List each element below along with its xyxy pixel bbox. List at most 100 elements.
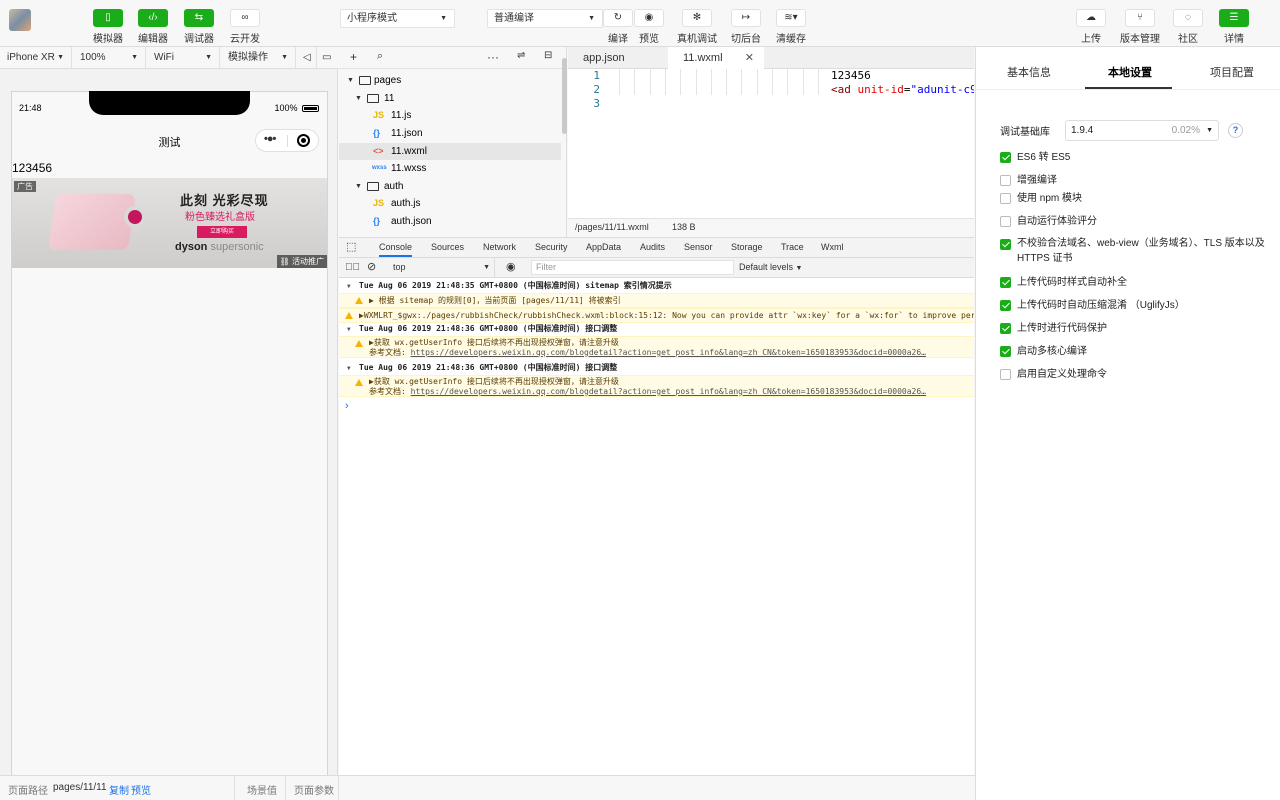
close-miniprogram-icon[interactable] bbox=[297, 134, 310, 147]
ad-promo-tag[interactable]: ⛓ 活动推广 bbox=[276, 255, 327, 268]
community-button[interactable]: ◌ 社区 bbox=[1165, 9, 1211, 45]
clear-console-icon[interactable]: ⊘ bbox=[367, 258, 376, 277]
code-protect-checkbox[interactable] bbox=[1000, 323, 1011, 334]
console-warning-row[interactable]: ▶WXMLRT_$gwx:./pages/rubbishCheck/rubbis… bbox=[339, 308, 974, 323]
tab-appdata[interactable]: AppData bbox=[586, 238, 621, 257]
mode-select[interactable]: 小程序模式 ▼ bbox=[340, 9, 455, 28]
tree-file-11-wxss[interactable]: wxss 11.wxss bbox=[339, 160, 561, 177]
device-select[interactable]: iPhone XR ▼ bbox=[0, 47, 72, 68]
simulator-toggle-button[interactable]: ▯ 模拟器 bbox=[85, 9, 131, 45]
preview-button[interactable]: ◉ 预览 bbox=[626, 9, 672, 45]
console-warning-row[interactable]: ▶获取 wx.getUserInfo 接口后续将不再出现授权弹窗，请注意升级 参… bbox=[339, 375, 974, 397]
multicore-compile-checkbox[interactable] bbox=[1000, 346, 1011, 357]
user-avatar[interactable] bbox=[9, 9, 31, 31]
chevron-down-icon: ▼ bbox=[483, 264, 490, 271]
custom-command-checkbox[interactable] bbox=[1000, 369, 1011, 380]
tree-file-11-wxml[interactable]: <> 11.wxml bbox=[339, 143, 561, 160]
popout-icon[interactable]: ▭ bbox=[317, 47, 338, 68]
collapse-panel-icon[interactable]: ⊟ bbox=[544, 50, 552, 61]
tree-folder-auth[interactable]: ▼ auth bbox=[339, 178, 561, 195]
tab-app-json[interactable]: app.json bbox=[568, 47, 660, 69]
context-select[interactable]: top ▼ bbox=[387, 258, 495, 277]
log-levels-select[interactable]: Default levels ▼ bbox=[739, 258, 802, 277]
operation-select[interactable]: 模拟操作 ▼ bbox=[221, 47, 296, 68]
minify-checkbox[interactable] bbox=[1000, 300, 1011, 311]
auto-score-checkbox[interactable] bbox=[1000, 216, 1011, 227]
tab-trace[interactable]: Trace bbox=[781, 238, 804, 257]
eye-icon[interactable]: ◉ bbox=[506, 258, 516, 277]
tree-file-11-json[interactable]: {} 11.json bbox=[339, 125, 561, 142]
console-group-header[interactable]: ▼ Tue Aug 06 2019 21:48:36 GMT+0800 (中国标… bbox=[339, 323, 974, 336]
console-output[interactable]: ▼ Tue Aug 06 2019 21:48:35 GMT+0800 (中国标… bbox=[339, 278, 974, 775]
base-lib-select[interactable]: 1.9.4 0.02% ▼ bbox=[1065, 120, 1219, 141]
tab-11-wxml[interactable]: 11.wxml ✕ bbox=[668, 47, 764, 70]
console-warning-row[interactable]: ▶获取 wx.getUserInfo 接口后续将不再出现授权弹窗，请注意升级 参… bbox=[339, 336, 974, 358]
log-text: Tue Aug 06 2019 21:48:36 GMT+0800 (中国标准时… bbox=[359, 363, 618, 372]
doc-link[interactable]: https://developers.weixin.qq.com/blogdet… bbox=[411, 387, 926, 396]
copy-path-link[interactable]: 复制 bbox=[109, 782, 129, 797]
more-icon[interactable]: ··· bbox=[487, 50, 499, 64]
clear-cache-button[interactable]: ≋▾ 清缓存 bbox=[768, 9, 814, 45]
tab-local-settings[interactable]: 本地设置 bbox=[1108, 64, 1152, 80]
npm-checkbox[interactable] bbox=[1000, 193, 1011, 204]
network-select[interactable]: WiFi ▼ bbox=[147, 47, 220, 68]
background-button[interactable]: ↦ 切后台 bbox=[723, 9, 769, 45]
file-tree-scrollbar[interactable] bbox=[562, 58, 567, 134]
scene-value-button[interactable]: 场景值 bbox=[247, 782, 277, 797]
cloud-dev-button[interactable]: ∞ 云开发 bbox=[222, 9, 268, 45]
version-button[interactable]: ⑂ 版本管理 bbox=[1117, 9, 1163, 45]
page-params-button[interactable]: 页面参数 bbox=[294, 782, 334, 797]
console-prompt[interactable]: › bbox=[345, 400, 349, 412]
upload-button[interactable]: ☁ 上传 bbox=[1068, 9, 1114, 45]
phone-screen[interactable]: 21:48 100% 测试 •●• 123456 广告 此刻 光彩尽现 粉色臻选… bbox=[11, 91, 328, 775]
mute-icon[interactable]: ◁ bbox=[297, 47, 317, 68]
es6-checkbox[interactable] bbox=[1000, 152, 1011, 163]
console-warning-row[interactable]: ▶ 根据 sitemap 的规则[0]，当前页面 [pages/11/11] 将… bbox=[339, 293, 974, 308]
doc-link[interactable]: https://developers.weixin.qq.com/blogdet… bbox=[411, 348, 926, 357]
tab-sources[interactable]: Sources bbox=[431, 238, 464, 257]
enhanced-compile-checkbox[interactable] bbox=[1000, 175, 1011, 186]
console-group-header[interactable]: ▼ Tue Aug 06 2019 21:48:36 GMT+0800 (中国标… bbox=[339, 362, 974, 375]
tab-console[interactable]: Console bbox=[379, 238, 413, 257]
skip-domain-check-checkbox[interactable] bbox=[1000, 239, 1011, 250]
close-icon[interactable]: ✕ bbox=[745, 47, 754, 69]
tab-sensor[interactable]: Sensor bbox=[684, 238, 713, 257]
base-lib-value: 1.9.4 bbox=[1071, 125, 1094, 136]
zoom-select[interactable]: 100% ▼ bbox=[73, 47, 146, 68]
code-editor[interactable]: 1 2 3 123456 <ad unit-id="adunit-c9 bbox=[568, 69, 974, 218]
help-icon[interactable]: ? bbox=[1228, 123, 1243, 138]
tab-audits[interactable]: Audits bbox=[640, 238, 665, 257]
compile-select[interactable]: 普通编译 ▼ bbox=[487, 9, 603, 28]
ad-headline: 此刻 光彩尽现 bbox=[180, 193, 269, 208]
console-filter-input[interactable]: Filter bbox=[531, 260, 734, 275]
style-autocomplete-checkbox[interactable] bbox=[1000, 277, 1011, 288]
ad-cta-button[interactable]: 立即购买 bbox=[197, 226, 247, 238]
tab-security[interactable]: Security bbox=[535, 238, 568, 257]
tree-file-auth-js[interactable]: JS auth.js bbox=[339, 195, 561, 212]
editor-toggle-button[interactable]: ‹/› 编辑器 bbox=[130, 9, 176, 45]
more-icon[interactable]: •●• bbox=[264, 133, 276, 145]
tab-project-config[interactable]: 项目配置 bbox=[1210, 64, 1254, 80]
tab-network[interactable]: Network bbox=[483, 238, 516, 257]
console-group-header[interactable]: ▼ Tue Aug 06 2019 21:48:35 GMT+0800 (中国标… bbox=[339, 280, 974, 293]
tab-storage[interactable]: Storage bbox=[731, 238, 763, 257]
tree-folder-pages[interactable]: ▼ pages bbox=[339, 72, 561, 89]
tree-file-11-js[interactable]: JS 11.js bbox=[339, 107, 561, 124]
tree-folder-11[interactable]: ▼ 11 bbox=[339, 90, 561, 107]
ad-banner[interactable]: 广告 此刻 光彩尽现 粉色臻选礼盒版 立即购买 dyson supersonic… bbox=[12, 178, 327, 268]
sidebar-toggle-icon[interactable]: ▶⃞ bbox=[345, 258, 360, 277]
page-path-label: 页面路径 bbox=[8, 786, 48, 797]
tab-basic-info[interactable]: 基本信息 bbox=[1007, 64, 1051, 80]
sort-icon[interactable]: ⇌ bbox=[517, 50, 525, 61]
preview-path-link[interactable]: 预览 bbox=[131, 782, 151, 797]
log-text: Tue Aug 06 2019 21:48:35 GMT+0800 (中国标准时… bbox=[359, 281, 672, 290]
tree-file-auth-json[interactable]: {} auth.json bbox=[339, 213, 561, 230]
debugger-toggle-button[interactable]: ⇆ 调试器 bbox=[176, 9, 222, 45]
search-icon[interactable]: ⌕ bbox=[377, 50, 383, 63]
add-file-icon[interactable]: + bbox=[350, 50, 357, 64]
details-button[interactable]: ☰ 详情 bbox=[1211, 9, 1257, 45]
capsule-menu[interactable]: •●• bbox=[255, 129, 319, 152]
tab-wxml[interactable]: Wxml bbox=[821, 238, 844, 257]
inspect-element-icon[interactable]: ⬚ bbox=[346, 238, 356, 257]
remote-debug-button[interactable]: ✻ 真机调试 bbox=[674, 9, 720, 45]
